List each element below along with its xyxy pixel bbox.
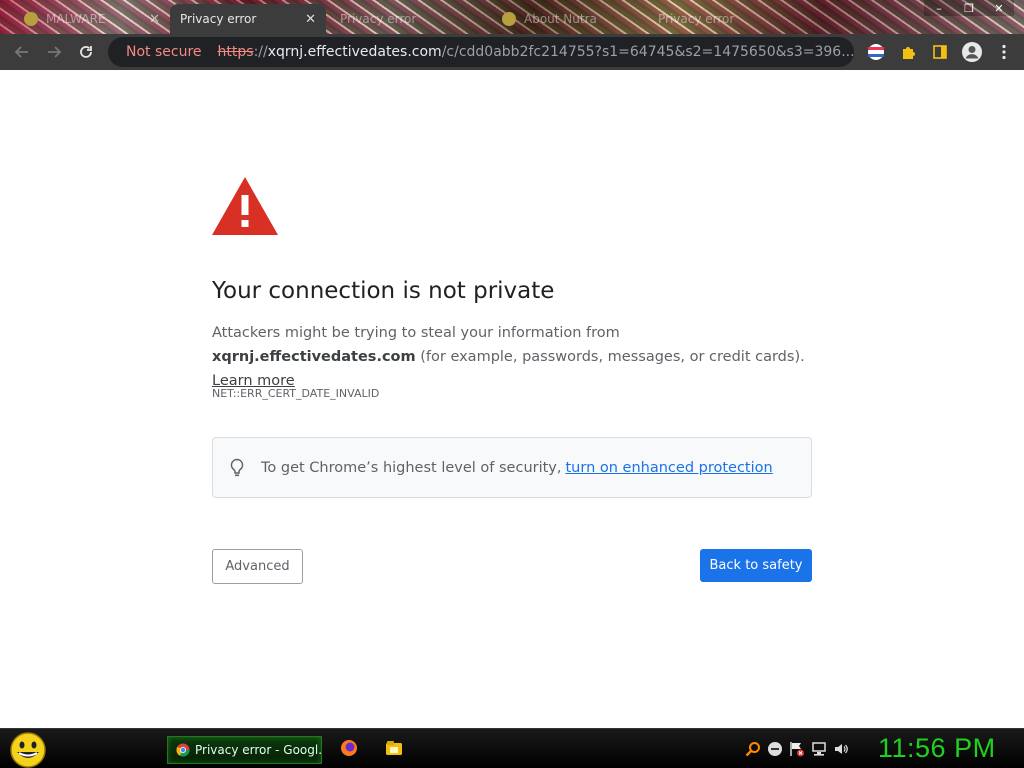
url-scheme-separator: :// bbox=[253, 44, 268, 60]
taskbar-clock[interactable]: 11:56 PM bbox=[878, 733, 996, 764]
flag-notification-icon[interactable] bbox=[789, 741, 805, 757]
address-bar[interactable]: Not secure https://xqrnj.effectivedates.… bbox=[108, 37, 854, 67]
site-favicon-icon bbox=[502, 12, 516, 26]
puzzle-icon bbox=[903, 47, 915, 59]
warning-description: Attackers might be trying to steal your … bbox=[212, 321, 812, 393]
search-icon[interactable] bbox=[745, 741, 761, 757]
interstitial-page: Your connection is not private Attackers… bbox=[0, 70, 1024, 728]
back-to-safety-button[interactable]: Back to safety bbox=[700, 549, 812, 582]
site-favicon-icon bbox=[24, 12, 38, 26]
tab-malware[interactable]: MALWARE ✕ bbox=[14, 4, 170, 34]
profile-button[interactable] bbox=[956, 36, 988, 68]
chrome-icon bbox=[176, 743, 190, 757]
url-scheme: https bbox=[217, 44, 254, 60]
taskbar-window-chrome[interactable]: Privacy error - Googl... bbox=[167, 736, 322, 764]
reload-icon bbox=[80, 46, 92, 58]
enhanced-text: To get Chrome’s highest level of securit… bbox=[261, 459, 562, 476]
status-icon[interactable] bbox=[767, 741, 783, 757]
extension-area bbox=[860, 36, 1020, 68]
desc-text: (for example, passwords, messages, or cr… bbox=[415, 349, 805, 365]
tab-about-nutra[interactable]: About Nutra bbox=[492, 4, 648, 34]
page-title: Your connection is not private bbox=[212, 278, 555, 304]
profile-avatar-icon bbox=[962, 42, 982, 62]
minimize-button[interactable]: – bbox=[924, 0, 954, 16]
advanced-button[interactable]: Advanced bbox=[212, 549, 303, 584]
window-controls: – ❐ ✕ bbox=[924, 0, 1014, 16]
extensions-button[interactable] bbox=[892, 36, 924, 68]
desc-text: Attackers might be trying to steal your … bbox=[212, 325, 620, 341]
tab-title: Privacy error bbox=[340, 12, 417, 26]
error-code[interactable]: NET::ERR_CERT_DATE_INVALID bbox=[212, 387, 379, 400]
tab-title: Privacy error bbox=[180, 12, 257, 26]
kebab-menu-icon bbox=[1002, 44, 1006, 60]
maximize-button[interactable]: ❐ bbox=[954, 0, 984, 16]
network-icon[interactable] bbox=[811, 741, 827, 757]
volume-icon[interactable] bbox=[833, 741, 849, 757]
menu-button[interactable] bbox=[988, 36, 1020, 68]
tab-title: Privacy error bbox=[658, 12, 735, 26]
url-path: /c/cdd0abb2fc214755?s1=64745&s2=1475650&… bbox=[441, 44, 854, 60]
arrow-left-icon bbox=[14, 46, 28, 58]
side-panel-icon bbox=[933, 45, 947, 59]
tab-strip: MALWARE ✕ Privacy error ✕ Privacy error … bbox=[0, 0, 1024, 34]
file-manager-icon[interactable] bbox=[385, 739, 403, 757]
tab-privacy-error-3[interactable]: Privacy error bbox=[648, 4, 804, 34]
close-window-button[interactable]: ✕ bbox=[984, 0, 1014, 16]
close-tab-icon[interactable]: ✕ bbox=[305, 12, 316, 27]
tab-privacy-error-active[interactable]: Privacy error ✕ bbox=[170, 4, 326, 34]
forward-nav-button[interactable] bbox=[38, 36, 70, 68]
system-tray bbox=[745, 741, 849, 757]
firefox-icon[interactable] bbox=[340, 739, 358, 757]
url-host: xqrnj.effectivedates.com bbox=[267, 44, 442, 60]
tab-privacy-error-2[interactable]: Privacy error bbox=[330, 4, 486, 34]
smiley-start-icon[interactable] bbox=[8, 731, 48, 768]
arrow-right-icon bbox=[48, 46, 62, 58]
desc-host: xqrnj.effectivedates.com bbox=[212, 349, 416, 365]
browser-toolbar: Not secure https://xqrnj.effectivedates.… bbox=[0, 34, 1024, 70]
enhanced-protection-promo: To get Chrome’s highest level of securit… bbox=[212, 437, 812, 498]
taskbar-window-title: Privacy error - Googl... bbox=[195, 743, 322, 757]
side-panel-button[interactable] bbox=[924, 36, 956, 68]
tab-title: MALWARE bbox=[46, 12, 106, 26]
flag-extension-icon bbox=[868, 44, 884, 60]
taskbar: Privacy error - Googl... 11:56 PM bbox=[0, 728, 1024, 768]
not-secure-label[interactable]: Not secure bbox=[126, 44, 202, 60]
warning-triangle-icon bbox=[212, 177, 278, 235]
extension-button[interactable] bbox=[860, 36, 892, 68]
back-nav-button[interactable] bbox=[6, 36, 38, 68]
reload-button[interactable] bbox=[70, 36, 102, 68]
lightbulb-icon bbox=[230, 458, 244, 476]
tab-title: About Nutra bbox=[524, 12, 597, 26]
close-tab-icon[interactable]: ✕ bbox=[149, 12, 160, 27]
enhanced-protection-link[interactable]: turn on enhanced protection bbox=[566, 460, 773, 476]
